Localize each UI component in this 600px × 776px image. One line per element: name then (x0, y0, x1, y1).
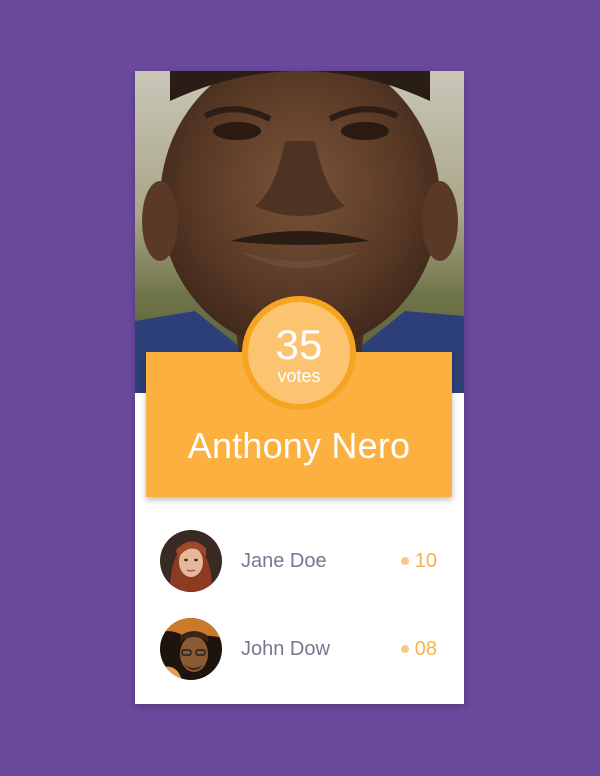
vote-count: 35 (275, 321, 323, 368)
score-dot-icon (400, 557, 409, 565)
avatar-john-dow (160, 618, 222, 680)
voter-score-value: 08 (414, 637, 437, 660)
avatar-jane-doe (160, 530, 222, 592)
voter-name: John Dow (241, 637, 330, 660)
voter-score: 08 (400, 637, 437, 661)
candidate-name: Anthony Nero (187, 425, 411, 466)
voter-name: Jane Doe (241, 549, 327, 572)
vote-count-badge: 35 votes (242, 296, 356, 410)
voter-list: Jane Doe 10 John Dow 08 (135, 517, 464, 693)
candidate-card: Anthony Nero 35 votes Jane Doe 10 John D… (135, 71, 464, 704)
vote-label: votes (277, 366, 321, 386)
voter-row-john-dow[interactable]: John Dow 08 (135, 605, 464, 693)
voter-score-value: 10 (414, 549, 437, 572)
voter-score: 10 (400, 549, 437, 573)
score-dot-icon (400, 645, 409, 653)
vote-count-inner: 35 votes (248, 302, 350, 404)
voter-row-jane-doe[interactable]: Jane Doe 10 (135, 517, 464, 605)
